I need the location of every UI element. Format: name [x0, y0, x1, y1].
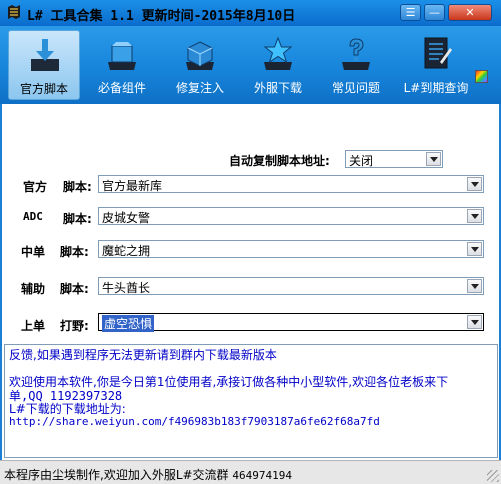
close-icon: ✕ — [465, 6, 475, 19]
role-label-official: 官方 — [23, 180, 48, 194]
status-qq-group: 464974194 — [232, 469, 292, 482]
title-bar: L# 工具合集 1.1 更新时间-2015年8月10日 ☰ — ✕ — [0, 0, 501, 26]
chevron-down-icon[interactable] — [467, 279, 482, 293]
menu-icon: ☰ — [405, 6, 416, 19]
status-message: 本程序由尘埃制作,欢迎加入外服L#交流群 — [4, 468, 229, 482]
window-title: L# 工具合集 1.1 更新时间-2015年8月10日 — [27, 9, 296, 24]
chevron-down-icon[interactable] — [467, 177, 482, 191]
tool-expiry-query[interactable]: L#到期查询 — [400, 30, 472, 100]
tool-faq[interactable]: 常见问题 — [320, 30, 392, 100]
download-icon — [31, 39, 59, 71]
auto-copy-value: 关闭 — [349, 154, 374, 168]
log-textarea[interactable]: 反馈,如果遇到程序无法更新请到群内下载最新版本 欢迎使用本软件,你是今日第1位使… — [4, 344, 498, 458]
mid-script-select[interactable]: 魔蛇之拥 — [98, 240, 484, 258]
top-jungle-script-value: 虚空恐惧 — [102, 315, 155, 332]
chevron-down-icon[interactable] — [426, 152, 441, 166]
close-button[interactable]: ✕ — [448, 4, 492, 21]
script-label: 脚本: — [63, 212, 92, 226]
tool-repair-injection[interactable]: 修复注入 — [164, 30, 236, 100]
status-text: 本程序由尘埃制作,欢迎加入外服L#交流群 464974194 — [4, 466, 292, 483]
tool-label: 外服下载 — [253, 81, 302, 95]
adc-script-select[interactable]: 皮城女警 — [98, 207, 484, 225]
tool-overseas-download[interactable]: 外服下载 — [242, 30, 314, 100]
tool-label: 修复注入 — [175, 81, 224, 95]
mid-script-value: 魔蛇之拥 — [102, 244, 151, 258]
repair-icon — [186, 41, 214, 70]
component-icon — [108, 42, 136, 70]
tool-label: 常见问题 — [331, 81, 380, 95]
official-script-value: 官方最新库 — [102, 179, 163, 193]
adc-script-value: 皮城女警 — [102, 211, 151, 225]
role-label-top: 上单 — [21, 319, 46, 333]
log-line: 欢迎使用本软件,你是今日第1位使用者,承接订做各种中小型软件,欢迎各位老板来下 — [9, 375, 449, 389]
log-url: http://share.weiyun.com/f496983b183f7903… — [9, 415, 380, 428]
script-label: 脚本: — [60, 282, 89, 296]
role-label-adc: ADC — [23, 210, 43, 223]
chevron-down-icon[interactable] — [467, 315, 482, 329]
role-label-support: 辅助 — [21, 282, 46, 296]
chevron-down-icon[interactable] — [467, 209, 482, 223]
question-icon — [342, 38, 370, 70]
role-label-mid: 中单 — [21, 245, 46, 259]
chevron-down-icon[interactable] — [467, 242, 482, 256]
tool-label: L#到期查询 — [403, 81, 469, 95]
notepad-icon — [424, 37, 452, 69]
log-line: 反馈,如果遇到程序无法更新请到群内下载最新版本 — [9, 348, 277, 362]
minimize-button[interactable]: — — [424, 4, 445, 21]
minimize-icon: — — [429, 6, 440, 19]
log-line: L#下载的下载地址为: — [9, 402, 126, 416]
tool-official-scripts[interactable]: 官方脚本 — [8, 30, 80, 100]
script-label: 脚本: — [60, 245, 89, 259]
support-script-select[interactable]: 牛头酋长 — [98, 277, 484, 295]
status-bar: 本程序由尘埃制作,欢迎加入外服L#交流群 464974194 — [0, 460, 501, 484]
support-script-value: 牛头酋长 — [102, 281, 151, 295]
tool-label: 必备组件 — [97, 81, 146, 95]
script-label: 脚本: — [63, 180, 92, 194]
color-picker-icon[interactable] — [475, 70, 488, 83]
auto-copy-select[interactable]: 关闭 — [345, 150, 443, 168]
tool-required-components[interactable]: 必备组件 — [86, 30, 158, 100]
tool-label: 官方脚本 — [19, 82, 68, 96]
menu-button[interactable]: ☰ — [400, 4, 421, 21]
window-border-left — [0, 104, 2, 460]
official-script-select[interactable]: 官方最新库 — [98, 175, 484, 193]
star-download-icon — [263, 36, 293, 70]
resize-grip[interactable] — [487, 470, 499, 482]
app-icon — [8, 5, 20, 19]
log-line: 单,QQ 1192397328 — [9, 389, 123, 403]
jungle-label: 打野: — [60, 319, 89, 333]
top-jungle-script-select[interactable]: 虚空恐惧 — [98, 313, 484, 332]
auto-copy-label: 自动复制脚本地址: — [229, 154, 330, 168]
toolbar: 官方脚本 必备组件 修复注入 外服下载 常见问题 L#到期查询 — [0, 26, 501, 104]
